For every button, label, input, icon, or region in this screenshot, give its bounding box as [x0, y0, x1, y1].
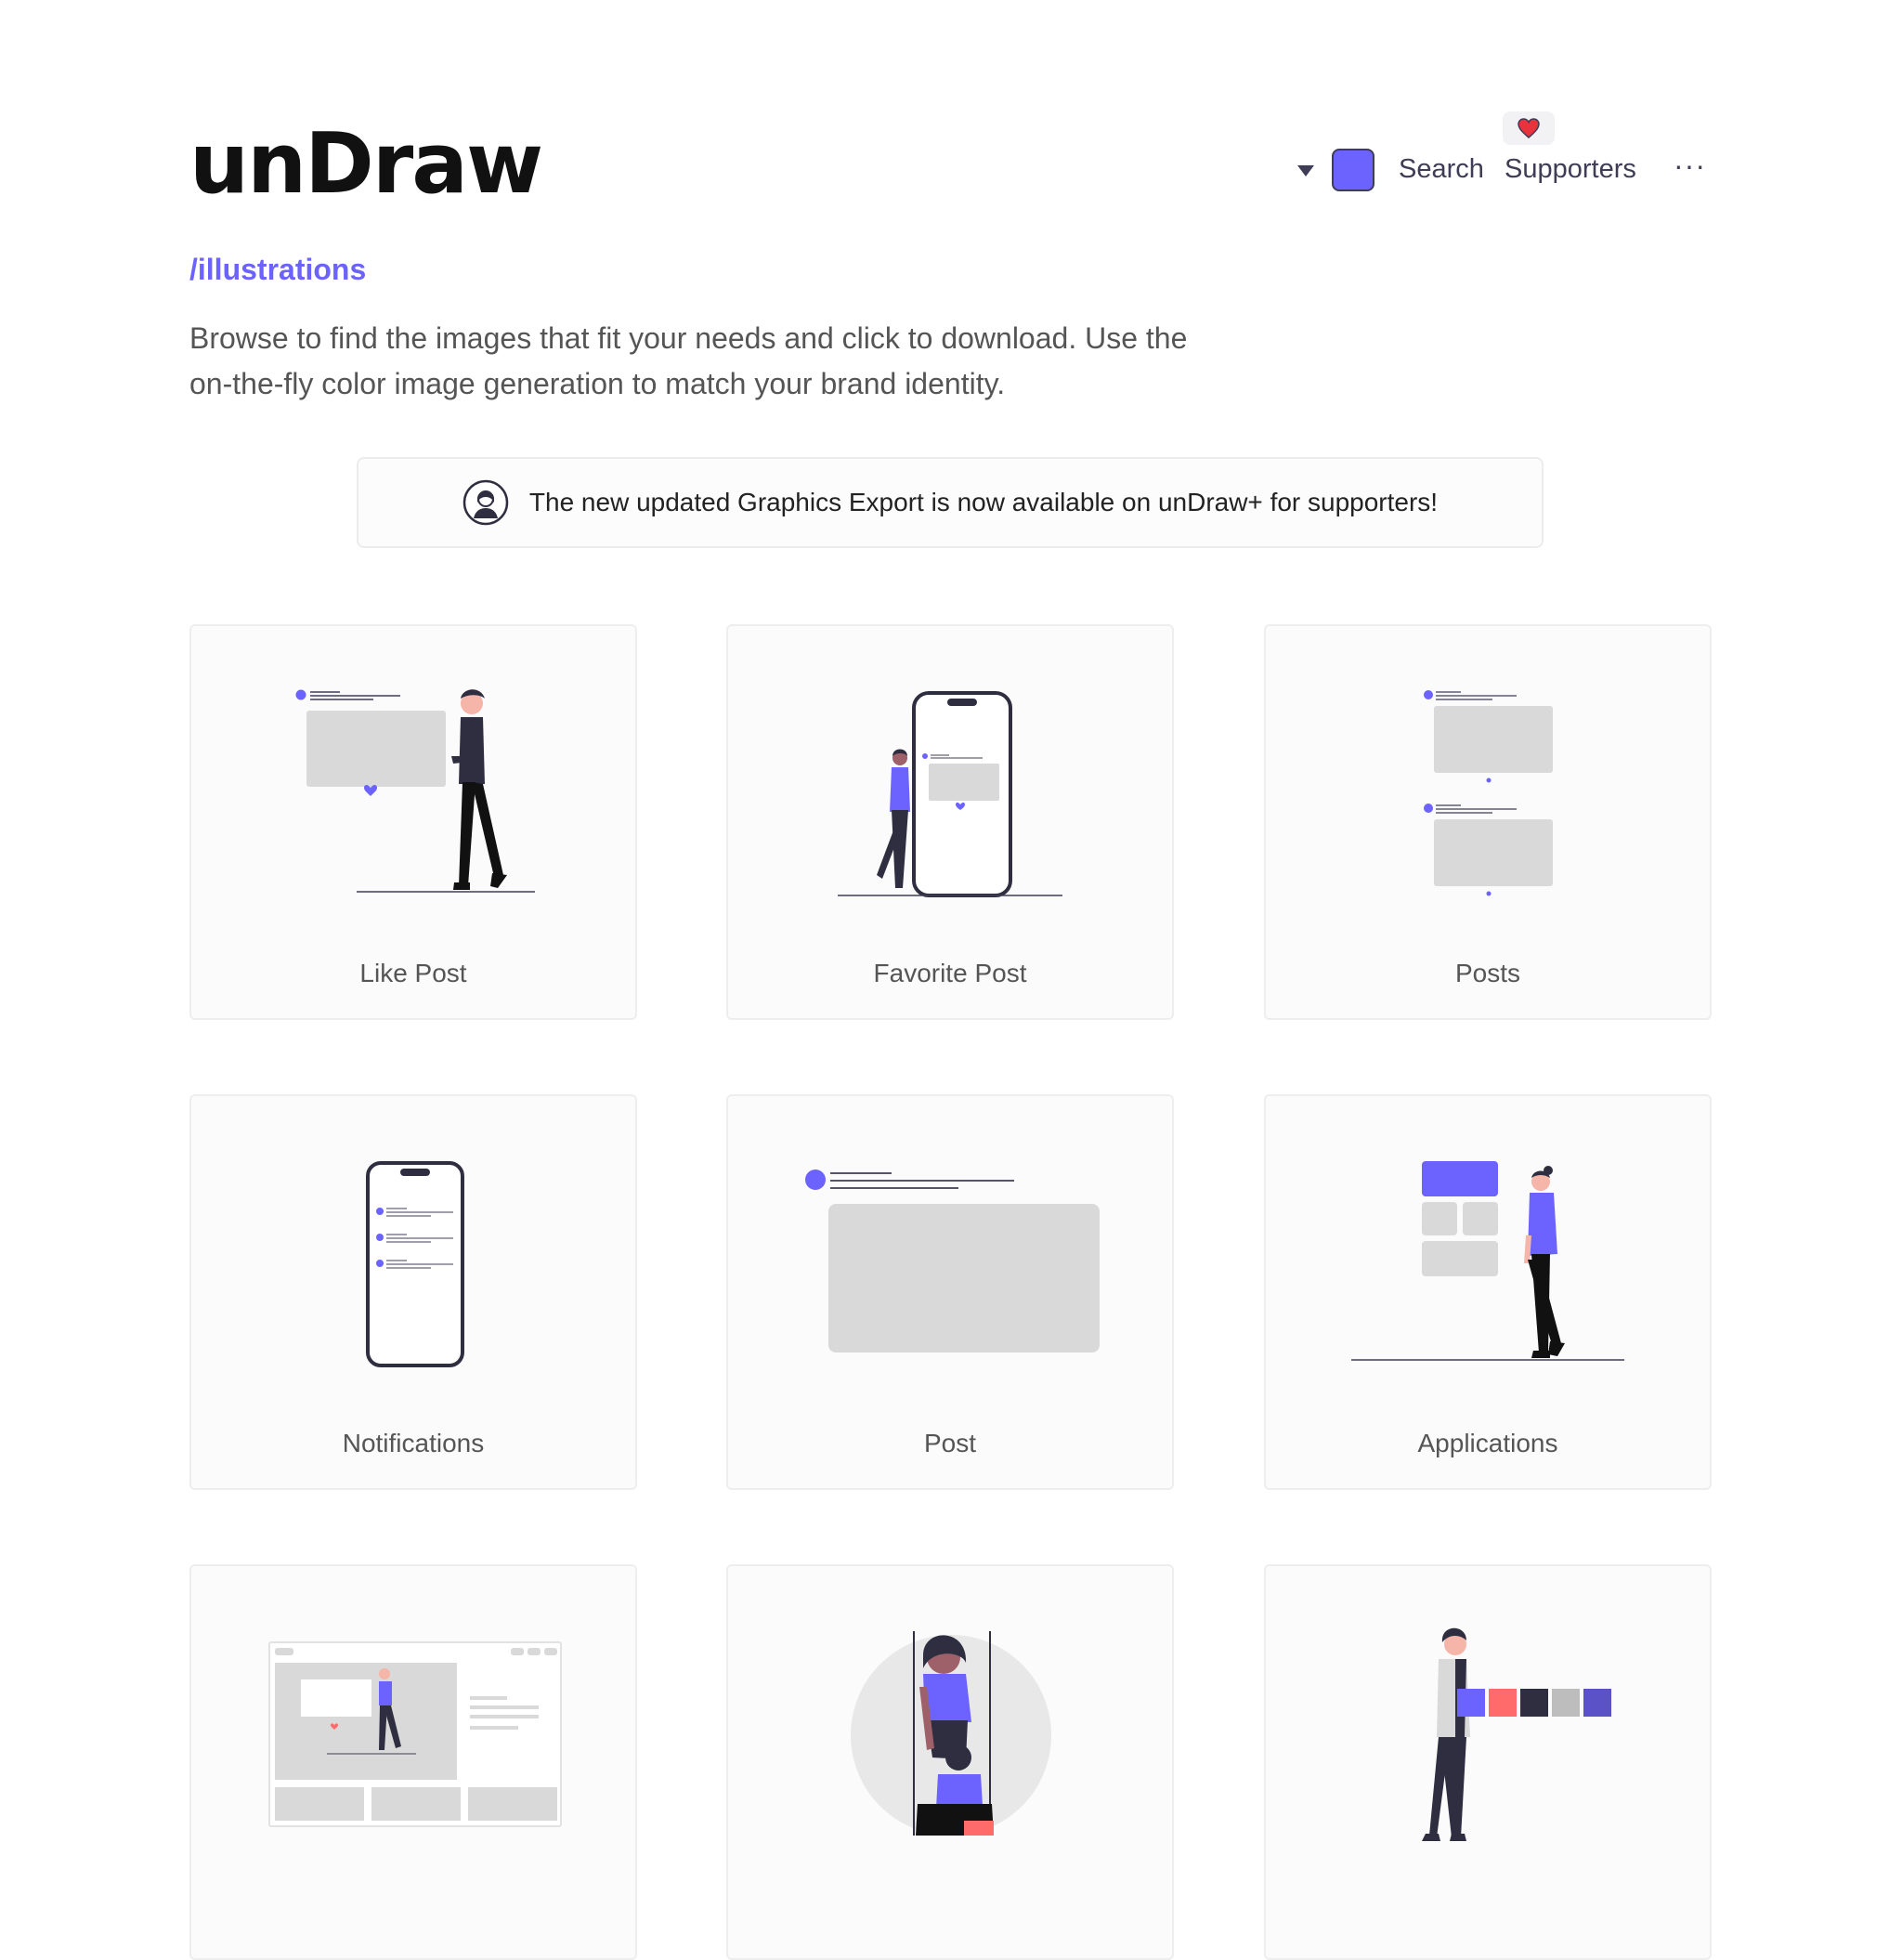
section-subtitle[interactable]: /illustrations [189, 253, 366, 287]
top-nav: Search Supporters ··· [1291, 111, 1718, 195]
notifications-illustration [366, 1161, 464, 1367]
heart-icon [1503, 111, 1555, 145]
card-label: Applications [1417, 1429, 1558, 1457]
card-label: Post [923, 1429, 977, 1457]
banner-text: The new updated Graphics Export is now a… [528, 488, 1439, 516]
palette-illustration [1422, 1627, 1611, 1841]
like-post-illustration [295, 689, 535, 893]
announcement-banner[interactable]: The new updated Graphics Export is now a… [357, 457, 1544, 548]
illustration-card-like-post[interactable]: Like Post [189, 624, 637, 1020]
avatar-icon [462, 479, 509, 526]
website-illustration [268, 1641, 562, 1827]
illustration-card-website[interactable] [189, 1564, 637, 1960]
search-link[interactable]: Search [1399, 154, 1484, 185]
card-label: Posts [1454, 959, 1521, 987]
posts-illustration [1424, 690, 1553, 896]
card-label: Like Post [359, 959, 467, 987]
favorite-post-illustration [838, 691, 1062, 897]
illustration-card-swing[interactable] [726, 1564, 1174, 1960]
illustration-card-post[interactable]: Post [726, 1094, 1174, 1490]
site-logo[interactable]: unDraw [189, 123, 543, 206]
supporters-link[interactable]: Supporters [1505, 154, 1636, 185]
illustration-card-favorite-post[interactable]: Favorite Post [726, 624, 1174, 1020]
applications-illustration [1351, 1161, 1624, 1361]
illustration-card-posts[interactable]: Posts [1264, 624, 1712, 1020]
card-label: Favorite Post [873, 959, 1027, 987]
illustration-card-notifications[interactable]: Notifications [189, 1094, 637, 1490]
illustration-card-palette[interactable] [1264, 1564, 1712, 1960]
post-illustration [805, 1169, 1100, 1352]
intro-text: Browse to find the images that fit your … [189, 321, 1188, 400]
color-picker-swatch[interactable] [1332, 149, 1374, 191]
more-menu-button[interactable]: ··· [1674, 149, 1706, 183]
illustration-card-applications[interactable]: Applications [1264, 1094, 1712, 1490]
card-label: Notifications [342, 1429, 485, 1457]
swing-illustration [851, 1631, 1051, 1836]
caret-down-icon[interactable] [1291, 160, 1321, 182]
